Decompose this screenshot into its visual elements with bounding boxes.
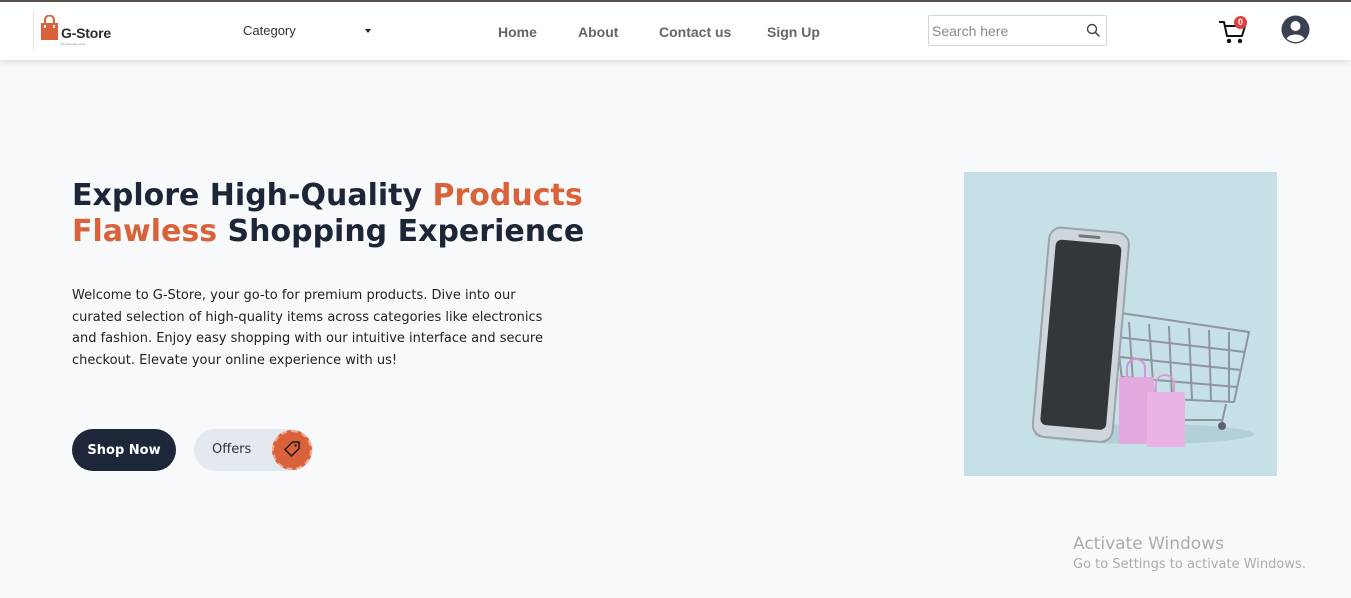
nav-home[interactable]: Home	[498, 24, 537, 40]
phone-and-cart-illustration	[1031, 226, 1254, 447]
hero-image	[964, 172, 1277, 476]
shopping-bag-icon	[41, 15, 58, 40]
hero-description: Welcome to G-Store, your go-to for premi…	[72, 288, 543, 368]
nav-about[interactable]: About	[578, 24, 618, 40]
category-dropdown[interactable]: Category	[243, 23, 375, 43]
title-accent-flawless: Flawless	[72, 214, 218, 249]
cart-button[interactable]: 0	[1218, 16, 1248, 46]
search-icon[interactable]	[1086, 23, 1101, 38]
brand-name: G-Store	[61, 25, 111, 41]
cart-count-badge: 0	[1234, 16, 1247, 29]
offers-button[interactable]: Offers	[194, 429, 313, 471]
hero-title: Explore High-Quality Products Flawless Sh…	[72, 178, 592, 250]
nav-contact[interactable]: Contact us	[659, 24, 731, 40]
brand-logo[interactable]: G-Store My everyday store	[32, 11, 112, 53]
category-label: Category	[243, 23, 296, 38]
logo-divider	[33, 11, 34, 51]
brand-tagline: My everyday store	[61, 42, 86, 46]
watermark-title: Activate Windows	[1073, 534, 1224, 554]
offers-label: Offers	[212, 442, 252, 457]
navbar: G-Store My everyday store Category Home …	[0, 2, 1351, 60]
title-text-1: Explore High-Quality	[72, 178, 433, 213]
nav-signup[interactable]: Sign Up	[767, 24, 820, 40]
price-tag-icon	[284, 441, 300, 457]
windows-activation-watermark: Activate Windows Go to Settings to activ…	[1073, 533, 1306, 575]
offers-tag-badge	[272, 430, 312, 470]
search-box	[928, 15, 1107, 46]
title-text-2: Shopping Experience	[217, 214, 585, 249]
watermark-subtitle: Go to Settings to activate Windows.	[1073, 557, 1306, 572]
chevron-down-icon	[365, 29, 371, 33]
shop-now-button[interactable]: Shop Now	[72, 429, 176, 471]
search-input[interactable]	[932, 21, 1082, 41]
title-accent-products: Products	[432, 178, 583, 213]
user-avatar-icon[interactable]	[1281, 15, 1310, 44]
